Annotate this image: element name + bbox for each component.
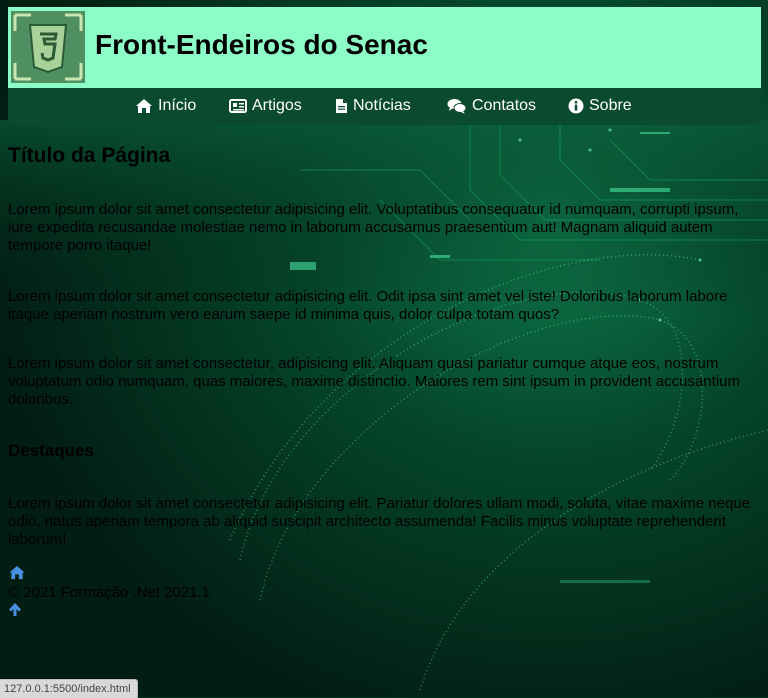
nav-item-noticias[interactable]: Notícias xyxy=(335,97,411,115)
nav-item-artigos[interactable]: Artigos xyxy=(229,97,302,115)
nav-item-label: Contatos xyxy=(472,97,537,114)
nav-item-contatos[interactable]: Contatos xyxy=(447,97,536,115)
nav-item-label: Início xyxy=(158,97,197,114)
nav-item-label: Notícias xyxy=(353,97,411,114)
home-icon xyxy=(9,565,25,580)
info-icon xyxy=(568,98,584,114)
footer-home-link[interactable] xyxy=(8,565,26,585)
nav-item-sobre[interactable]: Sobre xyxy=(568,97,632,115)
nav-item-inicio[interactable]: Início xyxy=(135,97,196,115)
chat-bubbles-icon xyxy=(447,99,467,114)
newspaper-icon xyxy=(229,99,247,113)
paragraph: Lorem ipsum dolor sit amet consectetur, … xyxy=(8,355,740,408)
paragraph: Lorem ipsum dolor sit amet consectetur a… xyxy=(8,201,739,254)
section-title-destaques: Destaques xyxy=(8,441,94,460)
browser-status-url: 127.0.0.1:5500/index.html xyxy=(0,679,138,698)
main-nav: Início Artigos Notícias Contatos Sobre xyxy=(8,88,761,125)
paragraph: Lorem ipsum dolor sit amet consectetur a… xyxy=(8,288,728,323)
page-title: Título da Página xyxy=(8,144,171,167)
document-icon xyxy=(336,99,347,113)
nav-item-label: Sobre xyxy=(589,97,632,114)
html5-logo-icon[interactable] xyxy=(11,11,85,83)
highlight-paragraph: Lorem ipsum dolor sit amet consectetur a… xyxy=(8,495,751,548)
site-header: Front-Endeiros do Senac xyxy=(8,7,761,88)
site-title: Front-Endeiros do Senac xyxy=(95,29,428,60)
copyright-text: © 2021 Formação .Net 2021.1 xyxy=(8,584,211,601)
back-to-top-link[interactable] xyxy=(8,602,22,622)
arrow-up-icon xyxy=(9,603,21,616)
nav-item-label: Artigos xyxy=(252,97,302,114)
home-icon xyxy=(136,99,152,113)
